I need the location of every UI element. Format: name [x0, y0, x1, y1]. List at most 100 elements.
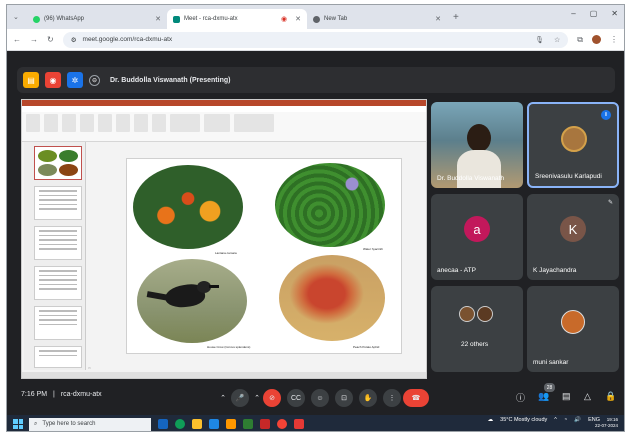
slide-thumbnail[interactable]: [34, 266, 82, 300]
caption-lantana: Lantana camara: [215, 251, 237, 255]
participant-tile[interactable]: 22 others: [431, 286, 523, 372]
profile-avatar[interactable]: [592, 35, 601, 44]
participant-avatar: [477, 306, 493, 322]
close-icon[interactable]: ✕: [155, 15, 161, 23]
people-icon[interactable]: 👥: [538, 391, 549, 402]
new-tab-button[interactable]: +: [447, 12, 465, 23]
edge-icon[interactable]: [175, 419, 185, 429]
close-icon[interactable]: ✕: [295, 15, 301, 23]
weather-icon[interactable]: ☁: [488, 417, 494, 423]
others-count: 22 others: [461, 341, 489, 348]
recording-icon: ◉: [281, 16, 288, 23]
back-icon[interactable]: ←: [13, 35, 21, 44]
audio-options-icon[interactable]: ⌃: [217, 389, 229, 407]
more-options-icon[interactable]: ⋮: [383, 389, 401, 407]
participant-name: Dr. Buddolla Viswanath: [437, 175, 505, 182]
participant-tile[interactable]: Dr. Buddolla Viswanath: [431, 102, 523, 188]
camera-mic-icon[interactable]: 🎙: [535, 36, 544, 44]
tray-overflow-icon[interactable]: ^: [554, 417, 557, 423]
task-view-icon[interactable]: [158, 419, 168, 429]
tab-strip: ⌄ (96) WhatsApp ✕ Meet - rca-dxmu-atx ◉ …: [7, 5, 624, 29]
minimize-button[interactable]: –: [571, 9, 575, 18]
present-icon: ⊖: [89, 74, 100, 86]
slide-thumbnail[interactable]: [34, 306, 82, 340]
lantana-image: [133, 165, 243, 249]
meeting-info-icon[interactable]: ⓘ: [516, 391, 525, 404]
participant-tile[interactable]: ⦀ Sreenivasulu Karlapudi: [527, 102, 619, 188]
pin-icon[interactable]: ✲: [67, 72, 83, 88]
weather-text[interactable]: 35°C Mostly cloudy: [500, 417, 547, 423]
browser-window: ⌄ (96) WhatsApp ✕ Meet - rca-dxmu-atx ◉ …: [6, 4, 625, 432]
notes-pane[interactable]: ▭: [88, 366, 91, 370]
participant-tile[interactable]: muni sankar: [527, 286, 619, 372]
forward-icon[interactable]: →: [30, 35, 38, 44]
caption-water-hyacinth: Water hyacinth: [363, 247, 383, 251]
powerpoint-icon[interactable]: [260, 419, 270, 429]
stop-presenting-icon[interactable]: ◉: [45, 72, 61, 88]
file-explorer-icon[interactable]: [192, 419, 202, 429]
toolbar: ← → ↻ ⚙ meet.google.com/rca-dxmu-atx 🎙 ☆…: [7, 29, 624, 51]
emoji-icon[interactable]: ☺: [311, 389, 329, 407]
leave-call-button[interactable]: ☎: [403, 389, 429, 407]
network-icon[interactable]: ◔: [564, 417, 567, 423]
host-controls-icon[interactable]: 🔒: [605, 391, 616, 402]
water-hyacinth-image: [275, 163, 385, 247]
participant-tile[interactable]: a anecaa - ATP: [431, 194, 523, 280]
video-options-icon[interactable]: ⌃: [251, 389, 263, 407]
maximize-button[interactable]: ▢: [590, 9, 598, 18]
house-crow-image: [137, 259, 247, 343]
participant-tile[interactable]: ✎ K K Jayachandra: [527, 194, 619, 280]
whatsapp-icon: [33, 15, 40, 23]
tab-title: New Tab: [324, 16, 348, 22]
tab-whatsapp[interactable]: (96) WhatsApp ✕: [27, 9, 167, 29]
address-bar[interactable]: ⚙ meet.google.com/rca-dxmu-atx 🎙 ☆: [62, 31, 569, 48]
close-icon[interactable]: ✕: [435, 15, 441, 23]
mail-icon[interactable]: [209, 419, 219, 429]
present-now-icon[interactable]: ⊡: [335, 389, 353, 407]
slide-thumbnail[interactable]: [34, 146, 82, 180]
meeting-controls: 7:16 PM | rca-dxmu-atx ⌃ 🎤 ⌃ ⊘ CC ☺ ⊡ ✋ …: [7, 379, 624, 415]
clock-date: 22-07-2024: [594, 423, 618, 428]
meeting-code: rca-dxmu-atx: [60, 391, 102, 398]
speaking-icon: ⦀: [601, 110, 611, 120]
windows-start-icon[interactable]: [13, 419, 23, 429]
slide-thumbnail[interactable]: [34, 186, 82, 220]
bookmark-star-icon[interactable]: ☆: [554, 36, 560, 44]
participant-name: K Jayachandra: [533, 267, 577, 274]
meeting-details: 7:16 PM | rca-dxmu-atx: [21, 391, 102, 398]
captions-icon[interactable]: CC: [287, 389, 305, 407]
menu-icon[interactable]: ⋮: [610, 35, 618, 44]
participant-name: muni sankar: [533, 359, 569, 366]
clock[interactable]: 19:16 22-07-2024: [595, 417, 618, 429]
volume-icon[interactable]: 🔊: [574, 417, 581, 423]
slide-thumbnail[interactable]: [34, 346, 82, 368]
close-window-button[interactable]: ✕: [611, 9, 618, 18]
camera-off-icon[interactable]: ⊘: [263, 389, 281, 407]
participant-name: Sreenivasulu Karlapudi: [535, 173, 602, 180]
chrome-icon[interactable]: [277, 419, 287, 429]
excel-icon[interactable]: [243, 419, 253, 429]
acrobat-icon[interactable]: [294, 419, 304, 429]
extensions-icon[interactable]: ⧉: [577, 35, 583, 45]
shared-screen: Lantana camara Water hyacinth House Crow…: [21, 99, 427, 379]
site-info-icon[interactable]: ⚙: [71, 36, 77, 44]
powerpoint-ribbon: [22, 112, 426, 142]
tab-new-tab[interactable]: New Tab ✕: [307, 9, 447, 29]
slides-icon[interactable]: ▤: [23, 72, 39, 88]
tab-meet[interactable]: Meet - rca-dxmu-atx ◉ ✕: [167, 9, 307, 29]
participant-name: anecaa - ATP: [437, 267, 476, 274]
slide-thumbnail[interactable]: [34, 226, 82, 260]
raise-hand-icon[interactable]: ✋: [359, 389, 377, 407]
reload-icon[interactable]: ↻: [47, 35, 54, 44]
powerpoint-statusbar: [22, 372, 426, 378]
vlc-icon[interactable]: [226, 419, 236, 429]
taskbar-search[interactable]: ⌕ Type here to search: [29, 417, 151, 431]
muted-icon: ✎: [607, 200, 613, 206]
slide-thumbnails: [24, 142, 86, 370]
tab-search-icon[interactable]: ⌄: [13, 13, 27, 21]
tab-title: (96) WhatsApp: [44, 16, 85, 22]
chat-icon[interactable]: ▤: [562, 391, 571, 402]
taskbar: ⌕ Type here to search ☁ 35°C Mostly clou…: [7, 415, 624, 431]
microphone-icon[interactable]: 🎤: [231, 389, 249, 407]
activities-icon[interactable]: △: [584, 391, 591, 402]
